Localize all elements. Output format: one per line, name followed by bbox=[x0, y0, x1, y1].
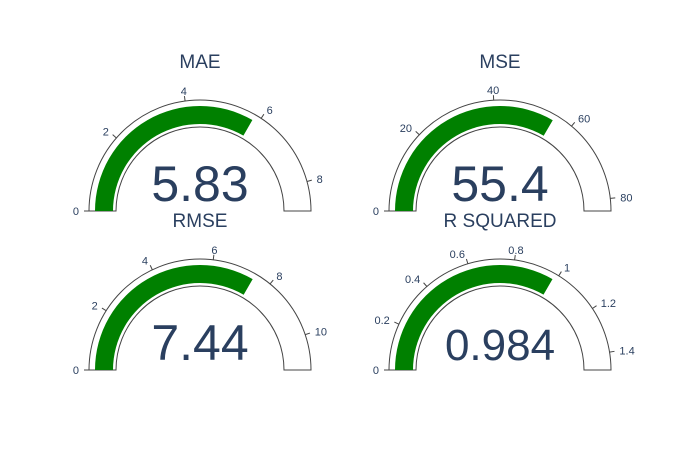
gauge-value: 5.83 bbox=[151, 156, 248, 212]
gauge-tick-label: 60 bbox=[578, 113, 590, 125]
gauge-tick-label: 0 bbox=[73, 365, 79, 377]
gauge-tick-label: 6 bbox=[211, 245, 217, 257]
gauge-value: 55.4 bbox=[451, 156, 548, 212]
gauge-tick-label: 1 bbox=[564, 262, 570, 274]
gauge-tick-label: 0.2 bbox=[375, 315, 390, 327]
gauge-tick-label: 0 bbox=[373, 365, 379, 377]
gauge-tick-label: 0 bbox=[373, 206, 379, 218]
gauge-tick-label: 2 bbox=[103, 126, 109, 138]
gauge-value: 7.44 bbox=[151, 315, 248, 371]
gauge-tick bbox=[610, 197, 616, 199]
gauge-tick-label: 8 bbox=[276, 271, 282, 283]
gauge-tick-label: 0.6 bbox=[450, 249, 465, 261]
gauge-tick-label: 0.8 bbox=[508, 245, 523, 257]
gauge-tick-label: 0 bbox=[73, 206, 79, 218]
background bbox=[0, 0, 700, 450]
gauge-tick-label: 6 bbox=[267, 105, 273, 117]
gauge-dashboard: MAE 5.83 02468 MSE 55.4 020406080 RMSE 7… bbox=[0, 0, 700, 450]
gauge-tick-label: 20 bbox=[400, 123, 412, 135]
gauge-title: RMSE bbox=[173, 211, 228, 232]
gauge-value: 0.984 bbox=[445, 321, 555, 370]
gauge-tick-label: 4 bbox=[181, 86, 187, 98]
gauge-tick-label: 1.2 bbox=[601, 298, 616, 310]
gauge-title: MAE bbox=[179, 52, 220, 73]
gauge-tick-label: 80 bbox=[620, 192, 632, 204]
gauge-tick-label: 0.4 bbox=[405, 274, 420, 286]
gauge-title: MSE bbox=[479, 52, 520, 73]
gauge-tick-label: 1.4 bbox=[619, 346, 634, 358]
gauge-tick-label: 4 bbox=[142, 256, 148, 268]
gauge-tick-label: 40 bbox=[487, 85, 499, 97]
gauge-tick-label: 10 bbox=[315, 326, 327, 338]
gauge-tick-label: 8 bbox=[317, 174, 323, 186]
gauge-title: R SQUARED bbox=[444, 211, 557, 232]
gauge-tick-label: 2 bbox=[92, 300, 98, 312]
